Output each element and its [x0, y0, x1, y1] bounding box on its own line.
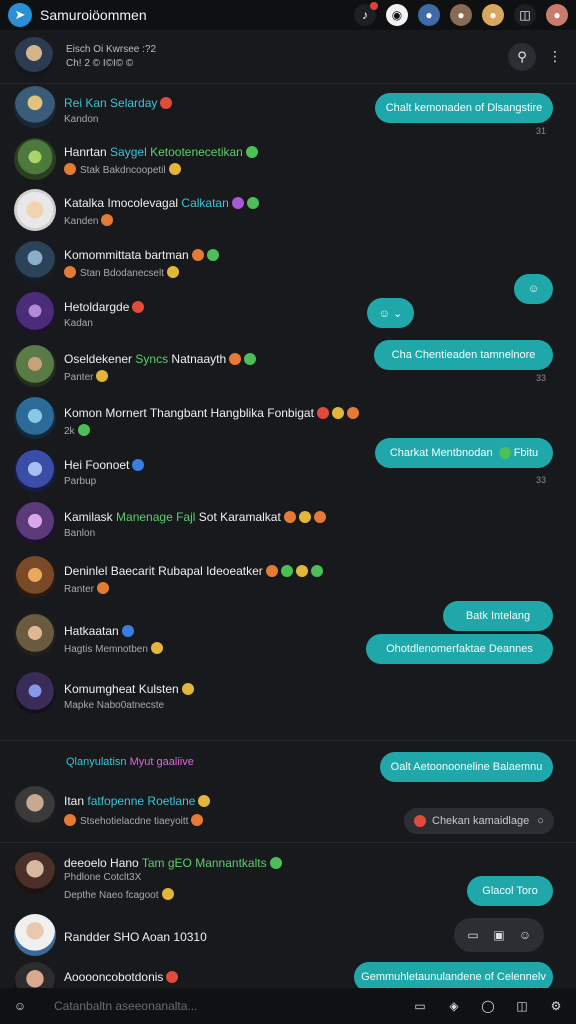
chat-name[interactable]: Hetoldargde	[64, 300, 145, 314]
chat-name[interactable]: Komumgheat Kulsten	[64, 682, 194, 696]
avatar[interactable]	[14, 914, 56, 956]
emoji-reaction-bubble[interactable]: ☺ ⌄	[367, 298, 414, 328]
emoji-icon	[414, 815, 426, 827]
message-bubble[interactable]: Glacol Toro	[467, 876, 553, 906]
emoji-icon[interactable]: ☺	[10, 996, 30, 1016]
avatar[interactable]	[14, 241, 56, 283]
avatar[interactable]	[14, 502, 56, 544]
composer-actions: ▭ ◈ ◯ ◫ ⚙	[410, 996, 566, 1016]
message-input[interactable]: Catanbaltn aseeonanalta...	[54, 999, 410, 1013]
header-line-1: Eisch Oi Kwrsee :?2	[66, 43, 157, 55]
more-icon[interactable]: ⋮	[548, 48, 562, 65]
avatar-icon[interactable]: ●	[546, 4, 568, 26]
chat-preview: Panter	[64, 370, 109, 383]
avatar-icon[interactable]: ●	[482, 4, 504, 26]
avatar[interactable]	[14, 852, 56, 894]
section-label: Qlanyulatisn Myut gaaliive	[66, 756, 194, 768]
divider	[0, 842, 576, 843]
emoji-icon: ☺ ⌄	[378, 307, 403, 320]
avatar[interactable]	[14, 36, 54, 77]
search-icon[interactable]: ⚲	[508, 42, 536, 71]
avatar-icon[interactable]: ●	[450, 4, 472, 26]
gamepad-icon[interactable]: ◫	[514, 4, 536, 26]
top-icons: ♪ ◉ ● ● ● ◫ ●	[354, 2, 568, 26]
emoji-icon[interactable]: ☺	[515, 925, 535, 945]
avatar[interactable]	[14, 556, 56, 598]
chat-preview: Banlon	[64, 528, 96, 539]
avatar[interactable]	[14, 672, 56, 714]
chat-preview: Hagtis Memnotben	[64, 642, 163, 655]
chat-preview: Stak Bakdncoopetil	[64, 163, 181, 176]
share-icon[interactable]: ▭	[463, 925, 483, 945]
header-line-2: Ch! 2 © I©I© ©	[66, 57, 134, 69]
chat-name[interactable]: Hatkaatan	[64, 624, 134, 638]
settings-icon[interactable]: ⚙	[546, 996, 566, 1016]
chat-name[interactable]: Oseldekener Syncs Natnaayth	[64, 352, 257, 366]
chat-name[interactable]: Komommittata bartman	[64, 248, 219, 262]
message-bubble[interactable]: Cha Chentieaden tamnelnore	[374, 340, 553, 370]
avatar[interactable]	[14, 189, 56, 231]
message-time: 33	[535, 475, 546, 485]
chat-preview: Kandon	[64, 114, 99, 125]
chat-header: Eisch Oi Kwrsee :?2 Ch! 2 © I©I© © ⚲ ⋮	[0, 30, 576, 84]
paper-plane-icon[interactable]: ➤	[8, 3, 32, 27]
reaction-pill[interactable]: Chekan kamaidlage ○	[404, 808, 554, 834]
message-time: 31	[535, 126, 546, 136]
chat-name[interactable]: Hei Foonoet	[64, 458, 145, 472]
message-bubble[interactable]: Batk Intelang	[443, 601, 553, 631]
translate-icon[interactable]: ▣	[489, 925, 509, 945]
shield-icon[interactable]: ◉	[386, 4, 408, 26]
chat-preview: Ranter	[64, 582, 110, 595]
avatar-group-icon[interactable]: ●	[418, 4, 440, 26]
chat-preview: Kanden	[64, 214, 114, 227]
attach-icon[interactable]: ▭	[410, 996, 430, 1016]
avatar[interactable]	[14, 138, 56, 180]
chat-name[interactable]: Komon Mornert Thangbant Hangblika Fonbig…	[64, 406, 359, 420]
emoji-reaction-bubble[interactable]: ☺	[514, 274, 553, 304]
avatar[interactable]	[14, 86, 56, 128]
message-bubble[interactable]: Charkat Mentbnodan Fbitu	[375, 438, 553, 468]
chat-preview: Stan Bdodanecselt	[64, 266, 179, 279]
message-bubble[interactable]: Chalt kemonaden of Dlsangstire	[375, 93, 553, 123]
gift-icon[interactable]: ◈	[444, 996, 464, 1016]
chat-name[interactable]: Rei Kan Selarday	[64, 96, 173, 110]
chat-preview: Stsehotielacdne tiaeyoitt	[64, 814, 204, 827]
chat-preview: Depthe Naeo fcagoot	[64, 888, 174, 901]
chat-preview: Phdlone Cotclt3X	[64, 872, 142, 883]
divider	[0, 740, 576, 741]
chat-name[interactable]: Deninlel Baecarit Rubapal Ideoeatker	[64, 564, 323, 578]
chat-name[interactable]: deeoelo Hano Tam gEO Mannantkalts	[64, 856, 282, 870]
chat-name[interactable]: Aooooncobotdonis	[64, 970, 179, 984]
message-bubble[interactable]: Oalt Aetoonooneline Balaemnu	[380, 752, 553, 782]
chat-name[interactable]: Itan fatfopenne Roetlane	[64, 794, 211, 808]
music-note-icon[interactable]: ♪	[354, 2, 378, 26]
emoji-icon	[498, 447, 511, 459]
avatar[interactable]	[14, 786, 56, 828]
chat-preview: Mapke Nabo0atnecste	[64, 700, 165, 711]
app-title: Samuroiöommen	[40, 7, 147, 23]
avatar[interactable]	[14, 345, 56, 387]
message-actions: ▭ ▣ ☺	[454, 918, 544, 952]
close-icon[interactable]: ○	[537, 815, 544, 827]
sticker-icon[interactable]: ◯	[478, 996, 498, 1016]
emoji-icon: ☺	[527, 283, 540, 295]
chat-name[interactable]: Randder SHO Aoan 10310	[64, 930, 207, 944]
chat-preview: Parbup	[64, 476, 97, 487]
gamepad-icon[interactable]: ◫	[512, 996, 532, 1016]
message-time: 33	[535, 373, 546, 383]
message-bubble[interactable]: Ohotdlenomerfaktae Deannes	[366, 634, 553, 664]
top-bar: ➤ Samuroiöommen ♪ ◉ ● ● ● ◫ ●	[0, 0, 576, 30]
chat-name[interactable]: Hanrtan Saygel Ketootenecetikan	[64, 145, 258, 159]
chat-name[interactable]: Katalka Imocolevagal Calkatan	[64, 196, 259, 210]
composer-bar: ☺ Catanbaltn aseeonanalta... ▭ ◈ ◯ ◫ ⚙	[0, 988, 576, 1024]
avatar[interactable]	[14, 450, 56, 492]
avatar[interactable]	[14, 614, 56, 656]
avatar[interactable]	[14, 397, 56, 439]
chat-name[interactable]: Kamilask Manenage Fajl Sot Karamalkat	[64, 510, 326, 524]
chat-preview: 2k	[64, 424, 90, 437]
avatar[interactable]	[14, 292, 56, 334]
chat-preview: Kadan	[64, 318, 93, 329]
header-text: Eisch Oi Kwrsee :?2 Ch! 2 © I©I© ©	[66, 43, 508, 71]
